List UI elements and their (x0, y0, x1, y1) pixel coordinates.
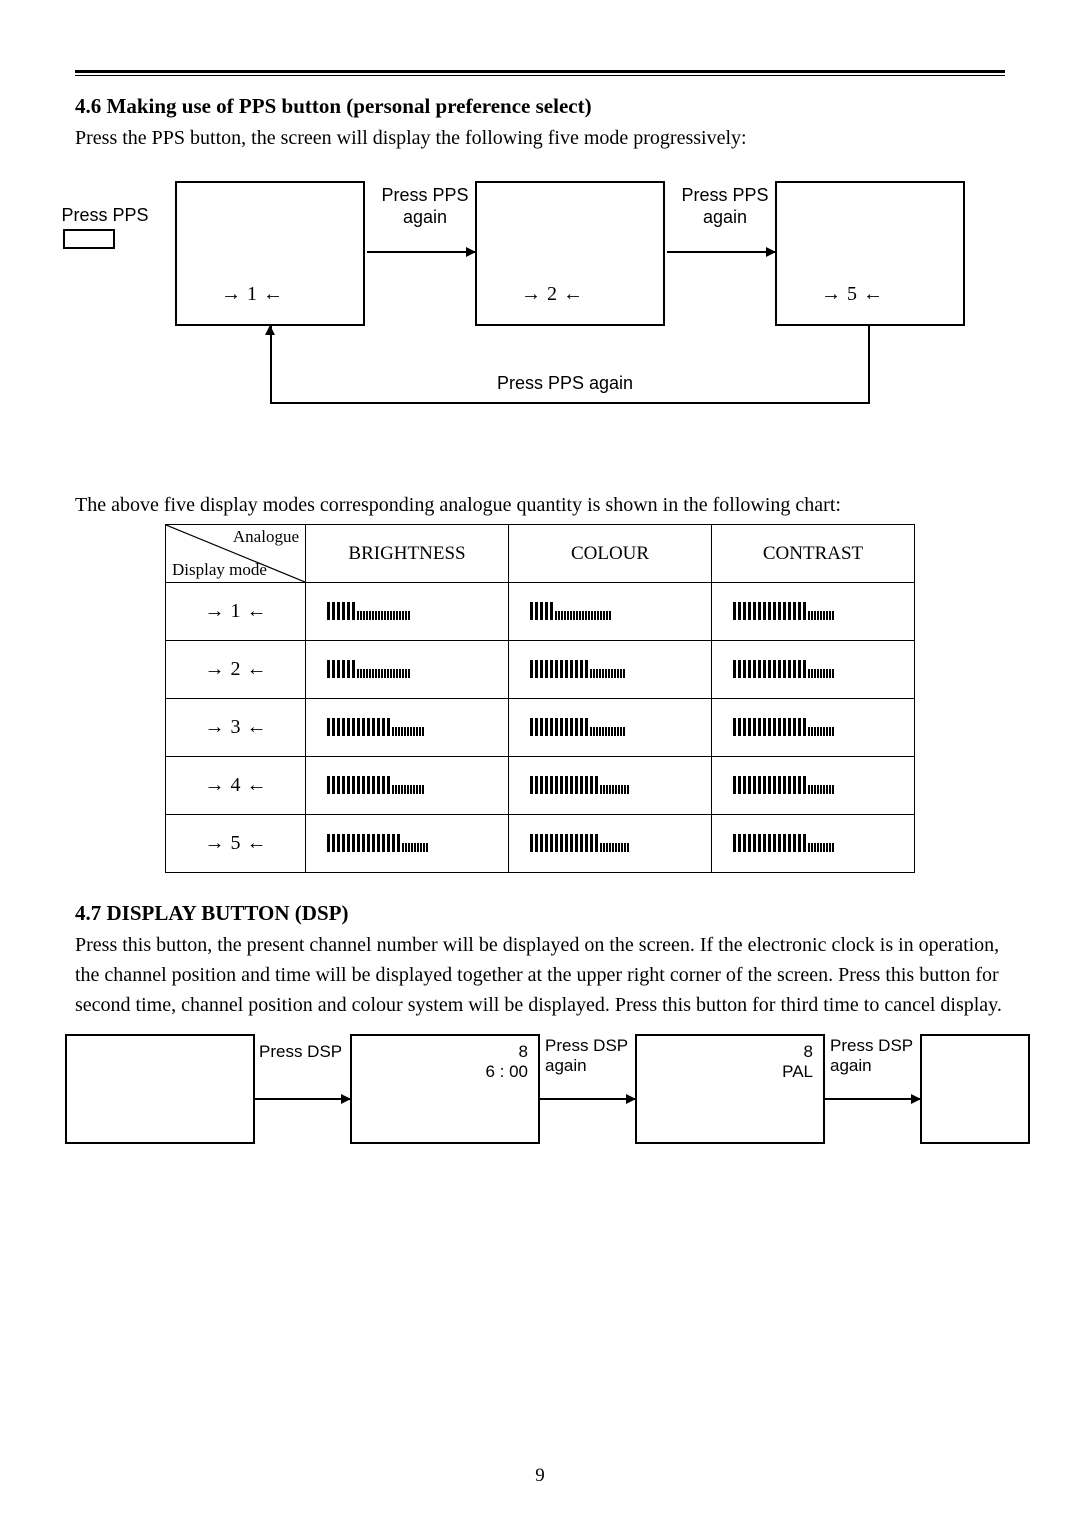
table-row: 3 (166, 699, 915, 757)
brightness-cell (306, 641, 509, 699)
corner-top-label: Analogue (233, 527, 299, 547)
press-dsp-again-2: Press DSP again (830, 1036, 913, 1075)
contrast-cell (712, 699, 915, 757)
dsp-screen-2: 8 PAL (635, 1034, 825, 1144)
col-contrast: CONTRAST (712, 525, 915, 583)
contrast-cell (712, 583, 915, 641)
arrow-left-icon (263, 283, 283, 306)
contrast-cell (712, 641, 915, 699)
contrast-cell (712, 757, 915, 815)
chart-caption: The above five display modes correspondi… (75, 491, 1005, 520)
press-pps-again-1: Press PPS again (375, 185, 475, 228)
press-pps-label: Press PPS (45, 205, 165, 227)
colour-cell (509, 757, 712, 815)
dsp-time: 6 : 00 (485, 1062, 528, 1082)
arrow-right-icon (821, 283, 841, 306)
col-brightness: BRIGHTNESS (306, 525, 509, 583)
mode-cell: 4 (166, 757, 306, 815)
pps-screen-2: 2 (475, 181, 665, 326)
flow-arrow-2 (667, 251, 775, 253)
analogue-chart-table: Analogue Display mode BRIGHTNESS COLOUR … (165, 524, 915, 873)
dsp-flow-diagram: Press DSP 8 6 : 00 Press DSP again 8 PAL… (75, 1028, 1005, 1168)
pps-return-arrowhead (265, 325, 275, 335)
mode-cell: 1 (166, 583, 306, 641)
press-pps-again-2: Press PPS again (675, 185, 775, 228)
brightness-cell (306, 583, 509, 641)
colour-cell (509, 583, 712, 641)
dsp-screen-1-content: 8 6 : 00 (485, 1042, 528, 1081)
mode-cell: 5 (166, 815, 306, 873)
table-row: 2 (166, 641, 915, 699)
corner-bottom-label: Display mode (172, 560, 267, 580)
arrow-right-icon (221, 283, 241, 306)
dsp-screen-2-content: 8 PAL (782, 1042, 813, 1081)
mode-cell: 3 (166, 699, 306, 757)
arrow-left-icon (863, 283, 883, 306)
colour-cell (509, 699, 712, 757)
section-4-6-heading: 4.6 Making use of PPS button (personal p… (75, 94, 1005, 119)
arrow-right-icon (521, 283, 541, 306)
dsp-screen-3 (920, 1034, 1030, 1144)
table-row: 5 (166, 815, 915, 873)
mode-cell: 2 (166, 641, 306, 699)
dsp-channel-number-2: 8 (782, 1042, 813, 1062)
dsp-arrow-2 (540, 1098, 635, 1100)
section-4-6-intro: Press the PPS button, the screen will di… (75, 123, 1005, 153)
mode-1-number: 1 (247, 283, 257, 306)
mode-2-indicator: 2 (521, 283, 583, 306)
page-top-rule (75, 70, 1005, 76)
table-row: 1 (166, 583, 915, 641)
contrast-cell (712, 815, 915, 873)
press-pps-again-bottom: Press PPS again (455, 373, 675, 395)
arrow-left-icon (563, 283, 583, 306)
section-4-7-heading: 4.7 DISPLAY BUTTON (DSP) (75, 901, 1005, 926)
page-number: 9 (0, 1465, 1080, 1487)
brightness-cell (306, 699, 509, 757)
table-row: 4 (166, 757, 915, 815)
col-colour: COLOUR (509, 525, 712, 583)
pps-screen-5: 5 (775, 181, 965, 326)
dsp-screen-0 (65, 1034, 255, 1144)
dsp-colour-system: PAL (782, 1062, 813, 1082)
section-4-7-body: Press this button, the present channel n… (75, 930, 1005, 1020)
dsp-channel-number: 8 (485, 1042, 528, 1062)
brightness-cell (306, 815, 509, 873)
colour-cell (509, 815, 712, 873)
dsp-arrow-1 (255, 1098, 350, 1100)
mode-5-number: 5 (847, 283, 857, 306)
table-corner-cell: Analogue Display mode (166, 525, 306, 583)
mode-1-indicator: 1 (221, 283, 283, 306)
flow-arrow-1 (367, 251, 475, 253)
press-dsp-label-1: Press DSP (259, 1042, 342, 1062)
pps-screen-1: 1 (175, 181, 365, 326)
press-dsp-again-1: Press DSP again (545, 1036, 628, 1075)
colour-cell (509, 641, 712, 699)
mode-5-indicator: 5 (821, 283, 883, 306)
brightness-cell (306, 757, 509, 815)
mode-2-number: 2 (547, 283, 557, 306)
pps-button-icon (63, 229, 115, 249)
dsp-screen-1: 8 6 : 00 (350, 1034, 540, 1144)
pps-flow-diagram: Press PPS 1 Press PPS again 2 Press PPS … (75, 171, 1005, 451)
dsp-arrow-3 (825, 1098, 920, 1100)
